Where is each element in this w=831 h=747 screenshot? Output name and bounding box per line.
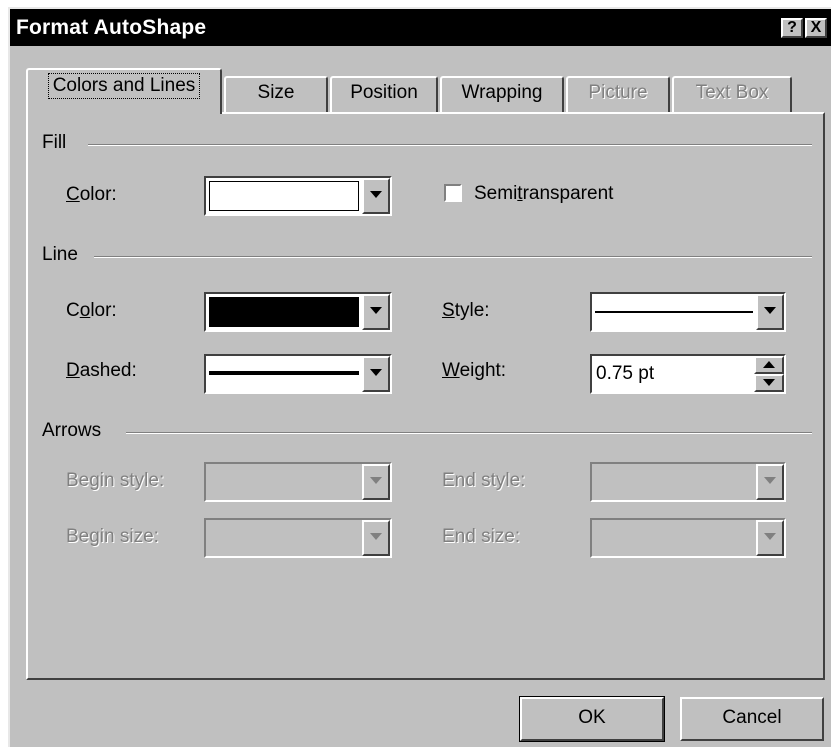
- tab-label: Wrapping: [461, 82, 543, 103]
- line-style-preview: [595, 311, 753, 313]
- line-section-header: Line: [42, 244, 812, 270]
- tab-label: Picture: [588, 82, 648, 103]
- cancel-button[interactable]: Cancel: [680, 697, 824, 741]
- colors-and-lines-panel: Fill Color: Semitransparent Line Color: …: [26, 112, 825, 680]
- tab-label: Text Box: [695, 82, 769, 103]
- section-divider: [126, 432, 812, 434]
- chevron-down-icon[interactable]: [756, 294, 784, 330]
- format-autoshape-dialog: Format AutoShape ? X Colors and Lines Si…: [8, 7, 831, 747]
- semitransparent-label: Semitransparent: [474, 183, 614, 204]
- chevron-down-icon: [756, 464, 784, 500]
- end-style-label: End style:: [442, 470, 526, 491]
- line-style-label: Style:: [442, 300, 490, 321]
- tab-label: Colors and Lines: [47, 73, 201, 99]
- spin-down-icon[interactable]: [754, 374, 784, 392]
- title-bar: Format AutoShape ? X: [10, 9, 831, 46]
- tab-wrapping[interactable]: Wrapping: [440, 76, 564, 112]
- chevron-down-icon: [362, 520, 390, 556]
- arrows-section-label: Arrows: [42, 420, 112, 442]
- line-color-dropdown[interactable]: [204, 292, 392, 332]
- begin-size-dropdown: [204, 518, 392, 558]
- end-size-dropdown: [590, 518, 786, 558]
- chevron-down-icon[interactable]: [362, 178, 390, 214]
- tab-size[interactable]: Size: [224, 76, 328, 112]
- section-divider: [88, 144, 812, 146]
- tab-strip: Colors and Lines Size Position Wrapping …: [10, 66, 831, 114]
- tab-label: Position: [350, 82, 418, 103]
- end-size-label: End size:: [442, 526, 521, 547]
- ok-button[interactable]: OK: [519, 696, 665, 742]
- fill-color-label: Color:: [66, 184, 117, 205]
- begin-style-dropdown: [204, 462, 392, 502]
- help-button[interactable]: ?: [781, 18, 803, 38]
- chevron-down-icon: [362, 464, 390, 500]
- weight-label: Weight:: [442, 360, 507, 381]
- begin-size-label: Begin size:: [66, 526, 159, 547]
- spin-up-icon[interactable]: [754, 356, 784, 374]
- tab-text-box: Text Box: [672, 76, 792, 112]
- fill-color-dropdown[interactable]: [204, 176, 392, 216]
- dash-preview: [209, 371, 359, 375]
- line-color-swatch: [209, 297, 359, 327]
- weight-value[interactable]: 0.75 pt: [596, 363, 654, 385]
- close-button[interactable]: X: [805, 18, 827, 38]
- line-color-label: Color:: [66, 300, 117, 321]
- line-section-label: Line: [42, 244, 88, 266]
- weight-spinner[interactable]: 0.75 pt: [590, 354, 786, 394]
- dashed-dropdown[interactable]: [204, 354, 392, 394]
- semitransparent-checkbox[interactable]: [444, 184, 462, 202]
- end-style-dropdown: [590, 462, 786, 502]
- chevron-down-icon[interactable]: [362, 294, 390, 330]
- begin-style-label: Begin style:: [66, 470, 165, 491]
- tab-position[interactable]: Position: [330, 76, 438, 112]
- arrows-section-header: Arrows: [42, 420, 812, 446]
- chevron-down-icon[interactable]: [362, 356, 390, 392]
- fill-section-label: Fill: [42, 132, 77, 154]
- tab-colors-and-lines[interactable]: Colors and Lines: [26, 68, 222, 114]
- fill-color-swatch: [209, 181, 359, 211]
- dashed-label: Dashed:: [66, 360, 137, 381]
- tab-picture: Picture: [566, 76, 670, 112]
- section-divider: [94, 256, 812, 258]
- window-title: Format AutoShape: [16, 16, 207, 39]
- fill-section-header: Fill: [42, 132, 812, 158]
- tab-label: Size: [257, 82, 295, 103]
- chevron-down-icon: [756, 520, 784, 556]
- line-style-dropdown[interactable]: [590, 292, 786, 332]
